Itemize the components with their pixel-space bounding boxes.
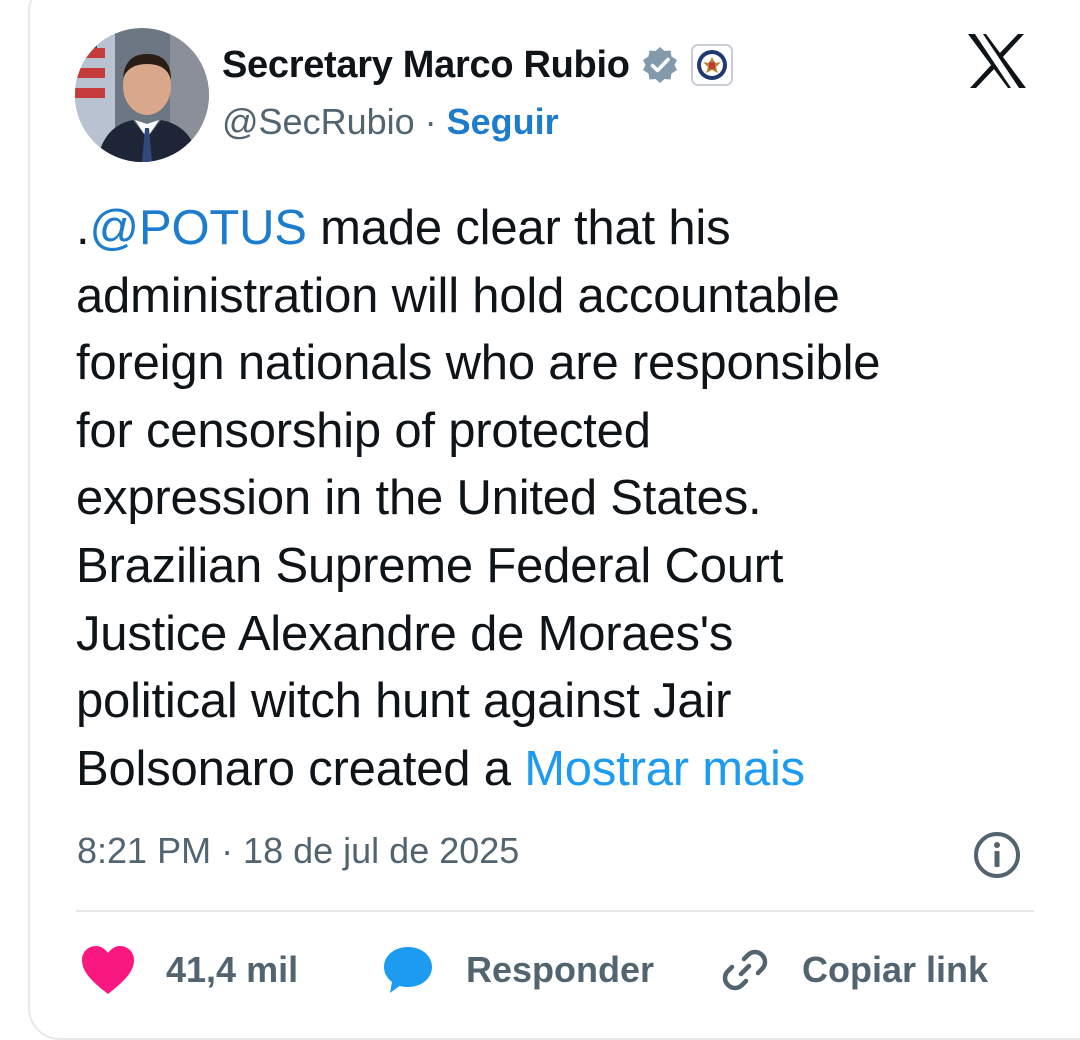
author-name[interactable]: Secretary Marco Rubio (222, 44, 630, 87)
tweet-line: Brazilian Supreme Federal Court (76, 538, 784, 593)
x-logo-icon[interactable] (966, 32, 1028, 90)
reply-button[interactable]: Responder (382, 940, 654, 1000)
state-department-seal-icon[interactable] (690, 43, 734, 87)
copy-link-label: Copiar link (802, 949, 989, 990)
follow-button[interactable]: Seguir (447, 101, 559, 143)
tweet-line: for censorship of protected (76, 403, 651, 458)
like-button[interactable]: 41,4 mil (80, 940, 298, 1000)
tweet-line: political witch hunt against Jair (76, 674, 732, 729)
divider (76, 910, 1034, 912)
speech-bubble-icon (382, 945, 434, 995)
reply-label: Responder (466, 949, 655, 990)
verified-badge-icon (640, 45, 680, 85)
copy-link-button[interactable]: Copiar link (720, 940, 988, 1000)
tweet-line-text: Bolsonaro created a (76, 741, 525, 796)
author-handle-row: @SecRubio · Seguir (222, 98, 559, 146)
info-icon[interactable] (972, 830, 1022, 880)
heart-icon (80, 944, 136, 996)
tweet-text: .@POTUS made clear that his administrati… (76, 195, 1036, 803)
tweet-timestamp[interactable]: 8:21 PM · 18 de jul de 2025 (77, 830, 519, 872)
tweet-line: foreign nationals who are responsible (76, 336, 881, 391)
author-name-row: Secretary Marco Rubio (222, 40, 734, 90)
tweet-line: Justice Alexandre de Moraes's (76, 606, 734, 661)
tweet-line: administration will hold accountable (76, 268, 840, 323)
tweet-text-prefix: . (76, 201, 90, 255)
action-bar: 41,4 mil Responder Copiar link (80, 940, 1040, 1000)
tweet-line: .@POTUS made clear that his (76, 195, 1036, 263)
mention-link[interactable]: @POTUS (89, 201, 307, 255)
avatar[interactable] (75, 28, 209, 162)
tweet-line: expression in the United States. (76, 471, 762, 526)
link-icon (720, 945, 770, 995)
show-more-link[interactable]: Mostrar mais (524, 742, 805, 796)
like-count: 41,4 mil (166, 949, 299, 990)
author-handle[interactable]: @SecRubio (222, 101, 415, 143)
separator: · (424, 101, 437, 142)
tweet-line-text: made clear that his (306, 201, 731, 255)
tweet-line: Bolsonaro created a Mostrar mais (76, 736, 1036, 804)
